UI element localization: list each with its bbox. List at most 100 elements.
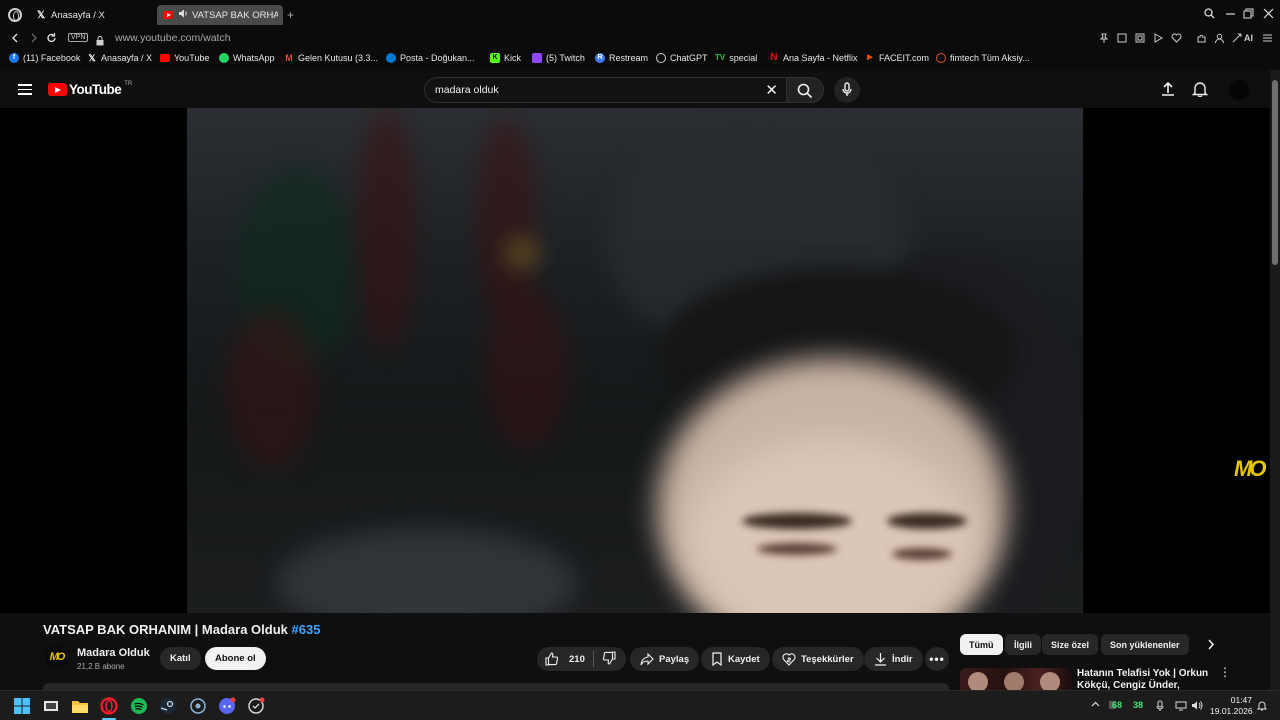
close-window-icon[interactable] xyxy=(1263,8,1274,22)
lock-icon[interactable] xyxy=(96,33,104,46)
page-scrollbar-thumb[interactable] xyxy=(1272,80,1278,265)
like-divider xyxy=(592,651,594,667)
restore-icon[interactable] xyxy=(1243,8,1254,22)
puzzle-extensions-icon[interactable] xyxy=(1196,33,1207,47)
bookmark-twitch[interactable]: (5) Twitch xyxy=(532,53,585,63)
bookmark-label: Kick xyxy=(504,53,522,63)
menu-icon[interactable] xyxy=(18,84,32,95)
x-logo-icon: 𝕏 xyxy=(88,53,96,63)
volume-icon[interactable] xyxy=(1191,700,1203,713)
youtube-logo[interactable]: YouTube TR xyxy=(48,81,132,97)
bookmark-youtube[interactable]: YouTube xyxy=(160,53,209,63)
search-tabs-icon[interactable] xyxy=(1204,8,1215,22)
minimize-icon[interactable] xyxy=(1225,8,1236,22)
upload-button[interactable] xyxy=(1160,81,1176,102)
tab-anasayfa-x[interactable]: 𝕏 Anasayfa / X xyxy=(30,5,154,25)
video-frame[interactable] xyxy=(187,108,1083,613)
search-button[interactable] xyxy=(786,77,824,103)
account-icon[interactable] xyxy=(1214,33,1225,47)
spotify-icon[interactable] xyxy=(130,697,148,715)
file-explorer-icon[interactable] xyxy=(71,697,89,715)
bookmark-fimtech[interactable]: fimtech Tüm Aksiy... xyxy=(936,53,1030,63)
windows-start-icon[interactable] xyxy=(13,697,31,715)
microphone-icon xyxy=(842,82,852,96)
like-button[interactable]: 210 xyxy=(545,652,585,666)
bookmark-faceit[interactable]: ▶ FACEIT.com xyxy=(865,53,929,63)
bookmark-outlook[interactable]: Posta - Doğukan... xyxy=(386,53,475,63)
bookmark-facebook[interactable]: f (11) Facebook xyxy=(9,53,80,63)
chip-for-you[interactable]: Size özel xyxy=(1042,634,1099,655)
bookmark-kick[interactable]: K Kick xyxy=(490,53,521,63)
bookmark-label: (11) Facebook xyxy=(23,53,81,63)
more-actions-button[interactable]: ••• xyxy=(925,647,949,671)
recommended-more-icon[interactable]: ⋮ xyxy=(1219,666,1231,678)
player-icon[interactable] xyxy=(1153,33,1164,46)
notifications-button[interactable] xyxy=(1191,81,1209,102)
vpn-badge[interactable]: VPN xyxy=(68,33,89,42)
channel-name[interactable]: Madara Olduk xyxy=(77,647,150,659)
thanks-button[interactable]: Teşekkürler xyxy=(772,647,864,671)
speaker-icon[interactable] xyxy=(178,9,188,21)
recommended-video-title[interactable]: Hatanın Telafisi Yok | Orkun Kökçü, Ceng… xyxy=(1077,668,1212,690)
video-player[interactable] xyxy=(0,108,1270,613)
chip-all[interactable]: Tümü xyxy=(960,634,1003,655)
app-icon[interactable] xyxy=(247,697,265,715)
bookmark-restream[interactable]: R Restream xyxy=(595,53,648,63)
reload-icon[interactable] xyxy=(46,32,57,47)
heart-icon[interactable] xyxy=(1171,33,1182,46)
share-button[interactable]: Paylaş xyxy=(630,647,700,671)
search-input[interactable]: madara olduk ✕ xyxy=(424,77,786,103)
forward-icon[interactable] xyxy=(29,32,39,47)
extension-icon[interactable] xyxy=(1135,33,1145,46)
chip-related[interactable]: İlgili xyxy=(1005,634,1041,655)
chips-next-icon[interactable] xyxy=(1207,638,1215,656)
notification-center-icon[interactable] xyxy=(1256,700,1268,713)
network-tray-icon[interactable] xyxy=(1175,700,1187,713)
video-hashtag[interactable]: #635 xyxy=(292,622,321,637)
network-app-icon[interactable] xyxy=(189,697,207,715)
netflix-icon: N xyxy=(770,52,778,63)
channel-avatar[interactable]: MO xyxy=(45,646,68,669)
pin-icon[interactable] xyxy=(1099,33,1109,47)
bookmark-whatsapp[interactable]: WhatsApp xyxy=(219,53,275,63)
download-label: İndir xyxy=(892,653,913,665)
bookmark-chatgpt[interactable]: ChatGPT xyxy=(656,53,708,63)
tab-youtube-video[interactable]: VATSAP BAK ORHANIM xyxy=(157,5,283,25)
bookmark-netflix[interactable]: N Ana Sayfa - Netflix xyxy=(769,52,857,64)
bookmark-special[interactable]: TV special xyxy=(715,53,757,63)
aria-ai-button[interactable]: AI xyxy=(1232,33,1253,43)
voice-search-button[interactable] xyxy=(834,77,860,103)
steam-icon[interactable] xyxy=(159,697,177,715)
taskbar-clock[interactable]: 01:47 19.01.2026 xyxy=(1210,695,1253,717)
easy-setup-icon[interactable] xyxy=(1262,33,1273,46)
bookmark-x[interactable]: 𝕏 Anasayfa / X xyxy=(87,53,152,63)
chip-recently-uploaded[interactable]: Son yüklenenler xyxy=(1101,634,1189,655)
tray-counter-1[interactable]: 68 xyxy=(1112,700,1122,710)
like-dislike-group: 210 xyxy=(537,647,626,671)
download-icon xyxy=(875,653,886,666)
bookmark-gmail[interactable]: M Gelen Kutusu (3.3... xyxy=(284,53,378,63)
account-avatar[interactable] xyxy=(1229,80,1249,100)
faceit-icon: ▶ xyxy=(867,54,873,61)
microphone-tray-icon[interactable] xyxy=(1156,700,1164,713)
join-button[interactable]: Katıl xyxy=(160,647,201,670)
opera-menu-icon[interactable] xyxy=(8,8,22,22)
bookmark-save-icon xyxy=(712,652,722,666)
back-icon[interactable] xyxy=(10,32,20,47)
dislike-button[interactable] xyxy=(602,650,621,668)
url-field[interactable]: www.youtube.com/watch xyxy=(115,32,231,44)
gmail-icon: M xyxy=(285,53,293,63)
new-tab-plus-icon[interactable]: + xyxy=(287,8,294,22)
opera-taskbar-icon[interactable] xyxy=(100,697,118,715)
tray-counter-2[interactable]: 38 xyxy=(1133,700,1143,710)
discord-icon[interactable] xyxy=(218,697,236,715)
channel-watermark[interactable]: MO xyxy=(1234,456,1267,482)
subscribe-button[interactable]: Abone ol xyxy=(205,647,266,670)
download-button[interactable]: İndir xyxy=(864,647,923,671)
clear-search-icon[interactable]: ✕ xyxy=(765,81,778,99)
snapshot-icon[interactable] xyxy=(1117,33,1127,46)
tray-overflow-icon[interactable] xyxy=(1091,700,1100,710)
task-view-icon[interactable] xyxy=(42,697,60,715)
recommended-video-thumbnail[interactable] xyxy=(960,668,1072,690)
save-button[interactable]: Kaydet xyxy=(701,647,770,671)
